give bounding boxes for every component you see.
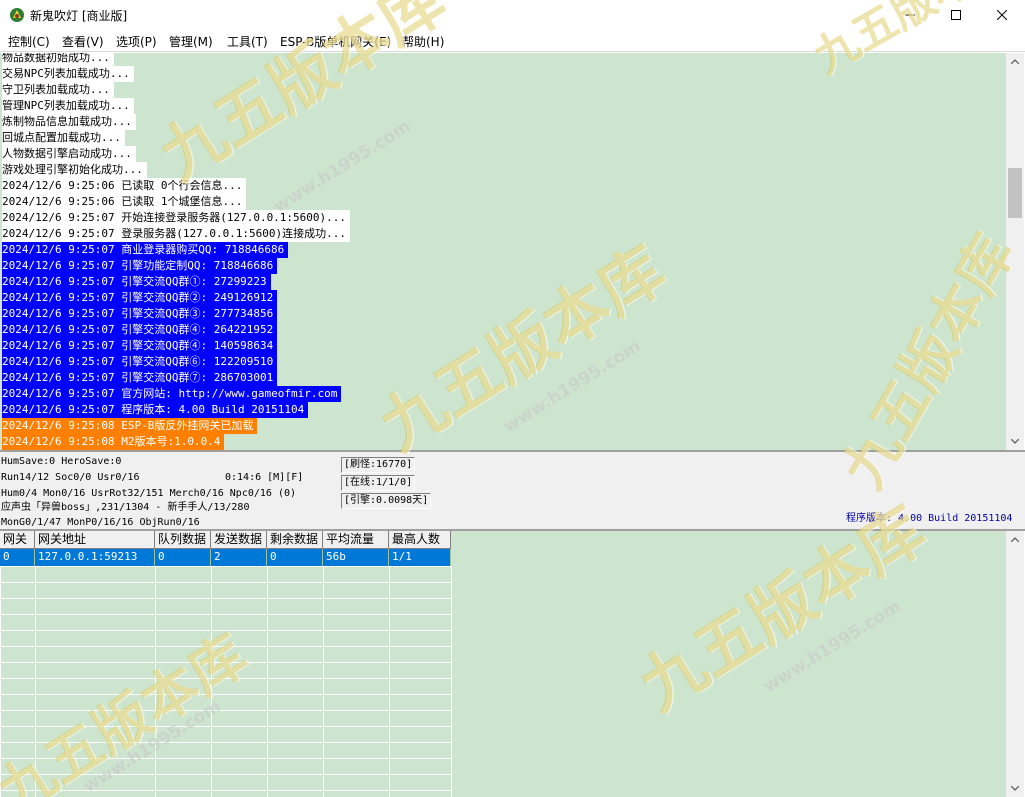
- menu-options[interactable]: 选项(P): [116, 33, 157, 50]
- log-line: 2024/12/6 9:25:07 官方网站: http://www.gameo…: [2, 386, 342, 402]
- log-line: 回城点配置加载成功...: [2, 130, 125, 146]
- table-grid: [0, 566, 452, 797]
- menu-manage[interactable]: 管理(M): [169, 33, 213, 50]
- table-cell: 127.0.0.1:59213: [35, 549, 155, 566]
- table-cell: 56b: [323, 549, 389, 566]
- menu-control[interactable]: 控制(C): [8, 33, 50, 50]
- minimize-button[interactable]: [887, 0, 933, 30]
- table-cell: 2: [211, 549, 267, 566]
- table-cell: 0: [0, 549, 35, 566]
- column-header[interactable]: 最高人数: [389, 531, 451, 549]
- grid-col-line: [155, 566, 156, 797]
- close-button[interactable]: [979, 0, 1025, 30]
- log-line: 2024/12/6 9:25:07 引擎交流QQ群④: 140598634: [2, 338, 278, 354]
- log-line: 2024/12/6 9:25:07 登录服务器(127.0.0.1:5600)连…: [2, 226, 351, 242]
- log-line: 炼制物品信息加载成功...: [2, 114, 136, 130]
- grid-col-line: [35, 566, 36, 797]
- log-panel[interactable]: 物品数据初始成功... 交易NPC列表加载成功... 守卫列表加载成功... 管理NP…: [0, 53, 1006, 450]
- log-line: 2024/12/6 9:25:06 已读取 0个行会信息...: [2, 178, 247, 194]
- scroll-down-arrow[interactable]: [1006, 433, 1024, 450]
- log-scrollbar[interactable]: [1006, 53, 1024, 450]
- log-line: 2024/12/6 9:25:06 已读取 1个城堡信息...: [2, 194, 247, 210]
- monster-status: MonG0/1/47 MonP0/16/16 ObjRun0/16: [1, 517, 200, 528]
- log-scroll-thumb[interactable]: [1008, 168, 1022, 218]
- log-line: 2024/12/6 9:25:07 商业登录器购买QQ: 718846686: [2, 242, 289, 258]
- log-line: 2024/12/6 9:25:07 引擎交流QQ群①: 27299223: [2, 274, 271, 290]
- menu-view[interactable]: 查看(V): [62, 33, 104, 50]
- table-cell: 1/1: [389, 549, 451, 566]
- game-logo-icon: [10, 8, 24, 22]
- column-header[interactable]: 网关地址: [35, 531, 155, 549]
- uptime: 0:14:6 [M][F]: [225, 472, 304, 483]
- log-line: 2024/12/6 9:25:07 引擎交流QQ群⑦: 286703001: [2, 370, 278, 386]
- log-line: 2024/12/6 9:25:07 引擎交流QQ群⑥: 122209510: [2, 354, 278, 370]
- chevron-down-icon: [1011, 439, 1019, 444]
- column-header[interactable]: 网关: [0, 531, 35, 549]
- log-line: 管理NPC列表加载成功...: [2, 98, 134, 114]
- column-header[interactable]: 平均流量: [323, 531, 389, 549]
- object-status: Hum0/4 Mon0/16 UsrRot32/151 Merch0/16 Np…: [1, 488, 297, 499]
- gateway-table[interactable]: 网关 网关地址 队列数据 发送数据 剩余数据 平均流量 最高人数 0 127.0…: [0, 531, 1006, 797]
- column-header[interactable]: 发送数据: [211, 531, 267, 549]
- log-line: 2024/12/6 9:25:07 引擎功能定制QQ: 718846686: [2, 258, 278, 274]
- log-line: 2024/12/6 9:25:07 引擎交流QQ群③: 277734856: [2, 306, 278, 322]
- grid-col-line: [211, 566, 212, 797]
- scroll-up-arrow[interactable]: [1006, 531, 1024, 548]
- refresh-monster-box: [刷怪:16770]: [341, 457, 416, 473]
- menu-bar: 控制(C) 查看(V) 选项(P) 管理(M) 工具(T) ESP-B版单机网关…: [0, 30, 1025, 52]
- online-box: [在线:1/1/0]: [341, 475, 416, 491]
- log-line: 2024/12/6 9:25:08 M2版本号:1.0.0.4: [2, 434, 225, 450]
- log-line: 交易NPC列表加载成功...: [2, 66, 134, 82]
- chevron-up-icon: [1011, 59, 1019, 64]
- status-area: HumSave:0 HeroSave:0 Run14/12 Soc0/0 Usr…: [0, 452, 1025, 529]
- close-icon: [997, 10, 1007, 20]
- save-status: HumSave:0 HeroSave:0: [1, 456, 122, 467]
- chevron-up-icon: [1011, 537, 1019, 542]
- menu-help[interactable]: 帮助(H): [402, 33, 444, 50]
- log-line: 2024/12/6 9:25:07 开始连接登录服务器(127.0.0.1:56…: [2, 210, 351, 226]
- log-line: 2024/12/6 9:25:07 引擎交流QQ群④: 264221952: [2, 322, 278, 338]
- log-line: 游戏处理引擎初始化成功...: [2, 162, 147, 178]
- map-status: 应声虫「异兽boss」,231/1304 - 新手手人/13/280: [1, 502, 250, 513]
- grid-col-line: [323, 566, 324, 797]
- log-line: 人物数据引擎启动成功...: [2, 146, 136, 162]
- program-version: 程序版本: 4.00 Build 20151104: [846, 513, 1013, 524]
- menu-tools[interactable]: 工具(T): [227, 33, 268, 50]
- scroll-down-arrow[interactable]: [1006, 780, 1024, 797]
- log-line: 守卫列表加载成功...: [2, 82, 114, 98]
- table-scrollbar[interactable]: [1006, 531, 1024, 797]
- maximize-button[interactable]: [933, 0, 979, 30]
- table-row[interactable]: 0 127.0.0.1:59213 0 2 0 56b 1/1: [0, 549, 451, 566]
- menu-esp-gateway[interactable]: ESP-B版单机网关(E): [280, 33, 391, 50]
- column-header[interactable]: 剩余数据: [267, 531, 323, 549]
- grid-col-line: [451, 566, 452, 797]
- column-header[interactable]: 队列数据: [155, 531, 211, 549]
- table-cell: 0: [155, 549, 211, 566]
- window-title: 新鬼吹灯 [商业版]: [30, 9, 128, 23]
- log-line: 2024/12/6 9:25:07 程序版本: 4.00 Build 20151…: [2, 402, 309, 418]
- grid-col-line: [267, 566, 268, 797]
- log-line: 物品数据初始成功...: [2, 53, 114, 66]
- title-bar: 新鬼吹灯 [商业版]: [0, 0, 1025, 30]
- log-line: 2024/12/6 9:25:08 ESP-B版反外挂网关已加载: [2, 418, 258, 434]
- table-header: 网关 网关地址 队列数据 发送数据 剩余数据 平均流量 最高人数: [0, 531, 451, 549]
- table-cell: 0: [267, 549, 323, 566]
- engine-box: [引擎:0.0098天]: [341, 493, 432, 509]
- scroll-up-arrow[interactable]: [1006, 53, 1024, 70]
- log-line: 2024/12/6 9:25:07 引擎交流QQ群②: 249126912: [2, 290, 278, 306]
- maximize-icon: [951, 10, 961, 20]
- grid-col-line: [389, 566, 390, 797]
- run-status: Run14/12 Soc0/0 Usr0/16: [1, 472, 140, 483]
- minimize-icon: [905, 14, 915, 16]
- chevron-down-icon: [1011, 786, 1019, 791]
